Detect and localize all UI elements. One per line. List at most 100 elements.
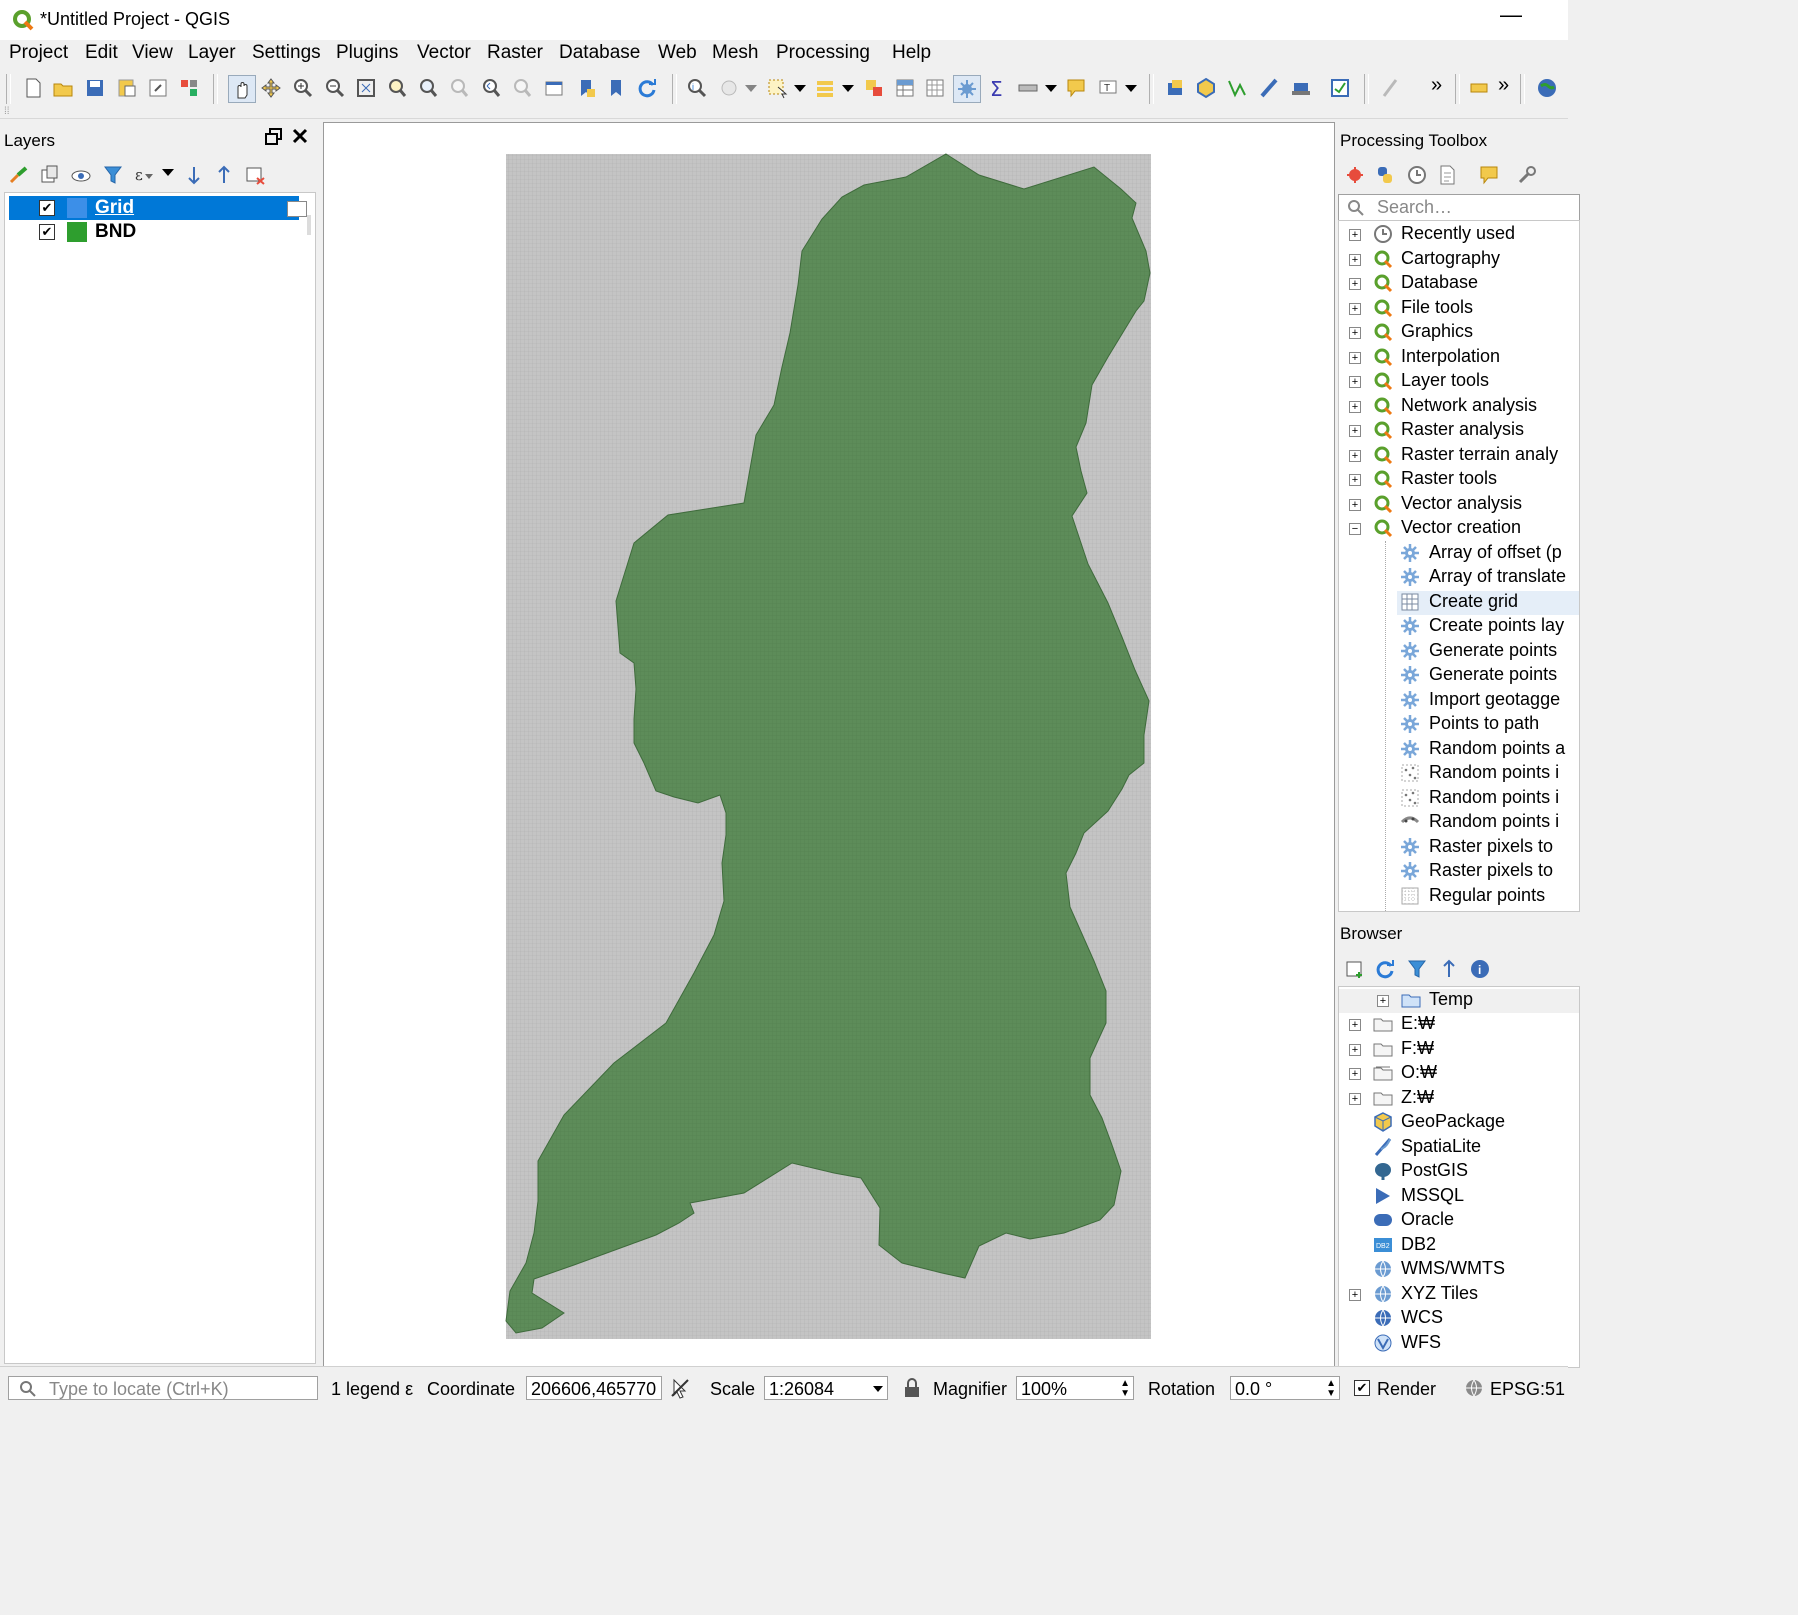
algorithm-item[interactable]: Create points lay [1397,615,1579,639]
expand-icon[interactable]: + [1349,376,1361,388]
browser-item-drive-o[interactable]: + O:₩ [1339,1062,1579,1086]
browser-item-oracle[interactable]: Oracle [1339,1209,1579,1233]
print-layout-icon[interactable] [145,75,171,101]
expand-icon[interactable]: + [1349,499,1361,511]
algorithm-item[interactable]: Raster pixels to [1397,836,1579,860]
menu-plugins[interactable]: Plugins [336,42,398,64]
magnifier-spinbox[interactable]: 100% ▲ ▼ [1016,1376,1134,1400]
select-features-icon[interactable] [764,75,790,101]
map-tips-icon[interactable] [1063,75,1089,101]
coordinate-field[interactable]: 206606,465770 [526,1376,662,1400]
group-recently-used[interactable]: + Recently used [1339,223,1579,247]
algorithm-item-create-grid[interactable]: Create grid [1397,591,1579,615]
algorithm-item[interactable]: Points to path [1397,713,1579,737]
measure-line-icon[interactable] [1015,75,1041,101]
algorithm-item[interactable]: Random points a [1397,738,1579,762]
field-calculator-icon[interactable] [922,75,948,101]
close-icon[interactable] [290,126,310,146]
algorithm-item[interactable]: Random points i [1397,762,1579,786]
open-project-icon[interactable] [50,75,76,101]
browser-item-geopackage[interactable]: GeoPackage [1339,1111,1579,1135]
browser-item-temp[interactable]: + Temp [1339,989,1579,1013]
pan-to-selection-icon[interactable] [258,75,284,101]
georeferencer-icon[interactable] [1327,75,1353,101]
show-bookmarks-icon[interactable] [603,75,629,101]
browser-item-wfs[interactable]: WFS [1339,1332,1579,1356]
algorithm-item[interactable]: Generate points [1397,664,1579,688]
python-scripts-icon[interactable] [1374,164,1396,186]
browser-item-drive-z[interactable]: + Z:₩ [1339,1087,1579,1111]
group-network-analysis[interactable]: + Network analysis [1339,395,1579,419]
layer-indicator-icon[interactable] [287,201,307,217]
new-virtual-layer-icon[interactable] [1288,75,1314,101]
spin-down-icon[interactable]: ▼ [1120,1389,1130,1399]
zoom-last-icon[interactable] [478,75,504,101]
browser-item-spatialite[interactable]: SpatiaLite [1339,1136,1579,1160]
text-annotation-icon[interactable]: T [1095,75,1121,101]
globe-plugin-icon[interactable] [1534,75,1560,101]
save-as-icon[interactable] [114,75,140,101]
browser-item-wcs[interactable]: WCS [1339,1307,1579,1331]
browser-item-drive-e[interactable]: + E:₩ [1339,1013,1579,1037]
crs-globe-icon[interactable] [1464,1378,1484,1398]
processing-search-input[interactable]: Search… [1338,194,1580,222]
browser-item-postgis[interactable]: PostGIS [1339,1160,1579,1184]
browser-item-xyz-tiles[interactable]: + XYZ Tiles [1339,1283,1579,1307]
algorithm-item[interactable]: Array of offset (p [1397,542,1579,566]
group-vector-analysis[interactable]: + Vector analysis [1339,493,1579,517]
toolbar-overflow-button[interactable]: » [1498,74,1509,97]
menu-settings[interactable]: Settings [252,42,321,64]
info-icon[interactable]: i [1469,958,1491,980]
zoom-full-icon[interactable] [353,75,379,101]
group-raster-terrain-analysis[interactable]: + Raster terrain analy [1339,444,1579,468]
lock-scale-icon[interactable] [902,1377,922,1399]
locator-search-input[interactable]: Type to locate (Ctrl+K) [8,1376,318,1400]
deselect-features-icon[interactable] [861,75,887,101]
save-project-icon[interactable] [82,75,108,101]
browser-item-wms[interactable]: WMS/WMTS [1339,1258,1579,1282]
menu-project[interactable]: Project [9,42,68,64]
menu-web[interactable]: Web [658,42,697,64]
options-wrench-icon[interactable] [1516,164,1538,186]
data-source-manager-icon[interactable] [1162,75,1188,101]
expand-icon[interactable]: + [1349,352,1361,364]
minimize-button[interactable]: — [1500,2,1524,32]
browser-item-mssql[interactable]: MSSQL [1339,1185,1579,1209]
new-shapefile-layer-icon[interactable] [1224,75,1250,101]
expand-icon[interactable]: + [1349,1019,1361,1031]
remove-layer-icon[interactable] [244,164,266,186]
menu-database[interactable]: Database [559,42,640,64]
group-layer-tools[interactable]: + Layer tools [1339,370,1579,394]
expand-icon[interactable]: + [1349,1044,1361,1056]
chevron-down-icon[interactable] [1045,85,1057,92]
expand-icon[interactable]: + [1349,450,1361,462]
menu-vector[interactable]: Vector [417,42,471,64]
group-cartography[interactable]: + Cartography [1339,248,1579,272]
statistical-summary-icon[interactable]: Σ [984,75,1010,101]
layer-row-grid[interactable]: ✔ Grid [9,196,307,220]
algorithm-item[interactable]: Regular points [1397,885,1579,909]
attribute-table-icon[interactable] [892,75,918,101]
identify-features-icon[interactable]: i [684,75,710,101]
results-viewer-icon[interactable] [1436,164,1458,186]
label-tool-icon[interactable] [1466,75,1492,101]
new-bookmark-icon[interactable] [573,75,599,101]
manage-map-themes-icon[interactable] [70,164,92,186]
filter-by-expression-icon[interactable]: ε [133,164,155,186]
expand-icon[interactable]: + [1349,474,1361,486]
algorithm-item[interactable]: Random points i [1397,811,1579,835]
expand-all-icon[interactable] [183,164,205,186]
layer-visibility-checkbox[interactable]: ✔ [39,224,55,240]
float-panel-icon[interactable] [264,127,284,147]
map-canvas[interactable] [323,122,1335,1367]
select-by-value-icon[interactable] [812,75,838,101]
expand-icon[interactable]: + [1349,254,1361,266]
models-icon[interactable] [1344,164,1366,186]
expand-icon[interactable]: + [1349,425,1361,437]
group-vector-creation[interactable]: − Vector creation [1339,517,1579,541]
expand-icon[interactable]: + [1349,401,1361,413]
refresh-icon[interactable] [1374,958,1396,980]
edit-features-in-place-icon[interactable] [1478,164,1500,186]
chevron-down-icon[interactable] [745,85,757,92]
chevron-down-icon[interactable] [162,169,174,176]
